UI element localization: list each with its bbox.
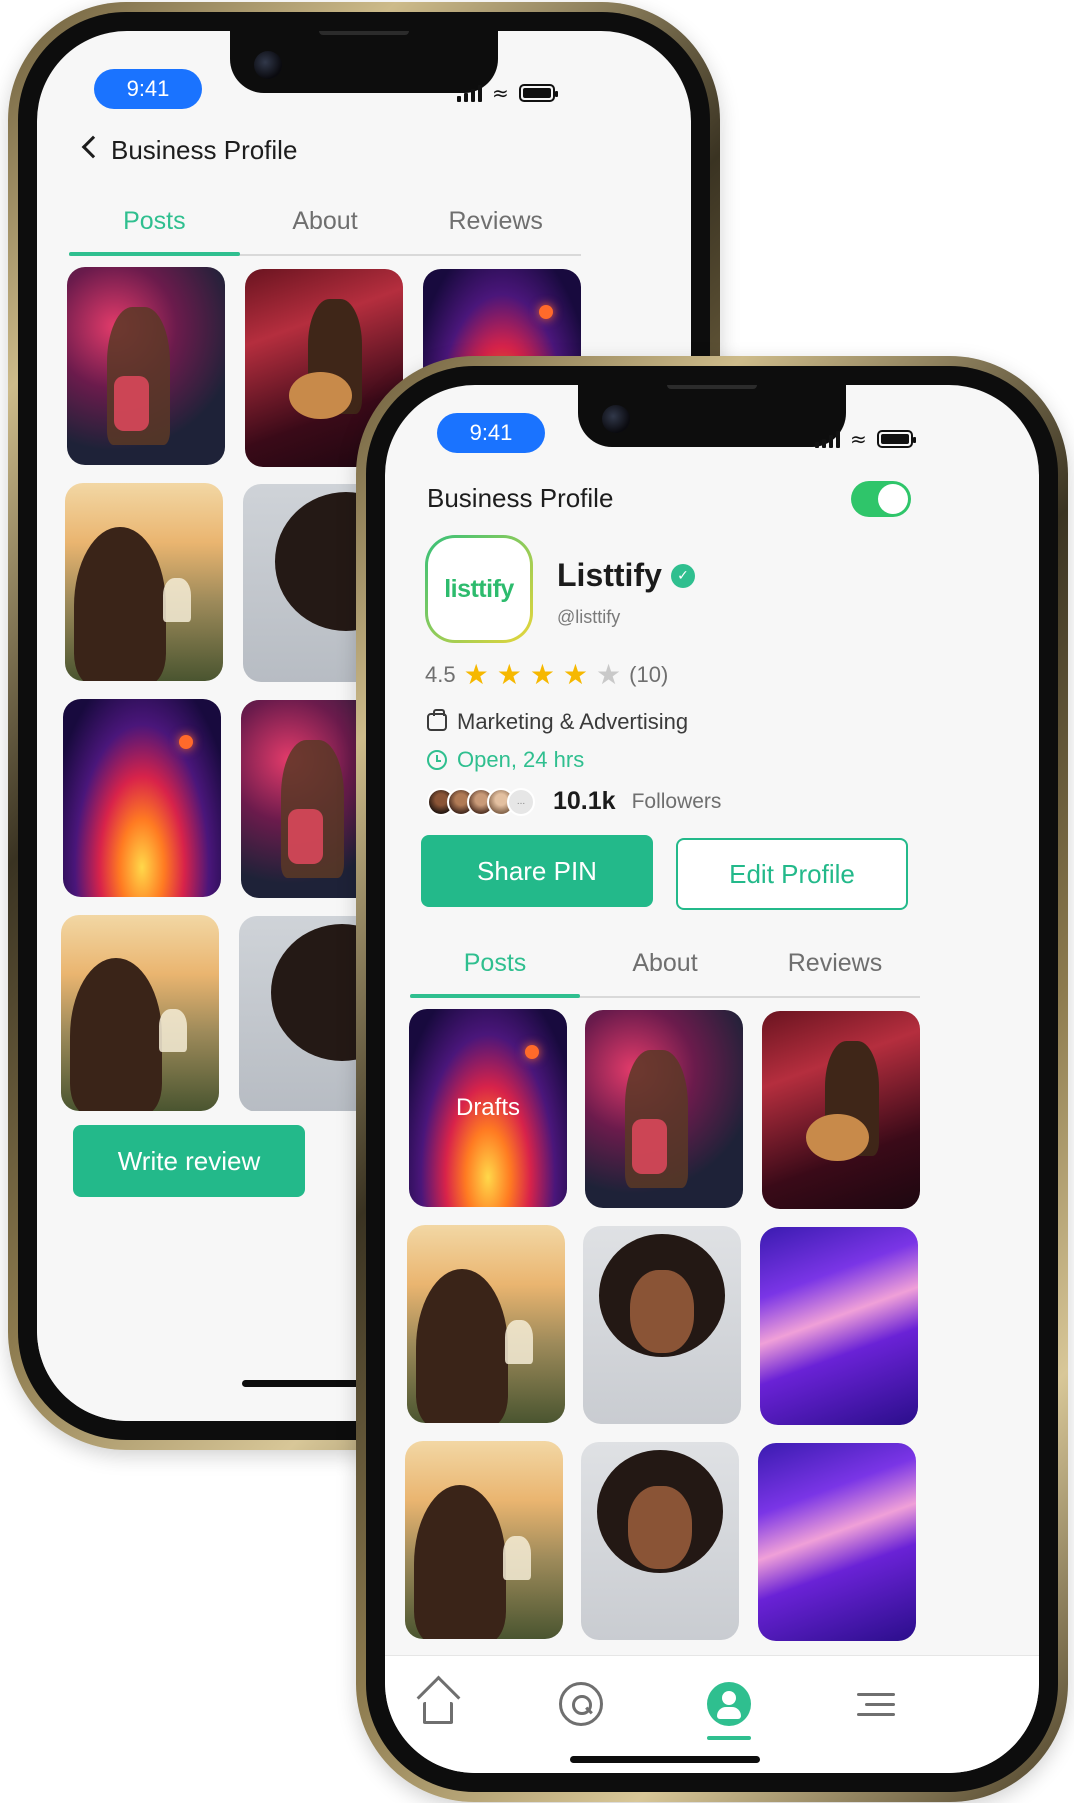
star-icon: ★ <box>596 658 622 691</box>
star-icon: ★ <box>529 658 555 691</box>
star-icon: ★ <box>463 658 489 691</box>
post-thumbnail[interactable] <box>762 1011 920 1209</box>
camera <box>254 51 282 79</box>
business-toggle[interactable] <box>851 481 911 517</box>
status-icons: ≈ <box>457 81 558 105</box>
status-time: 9:41 <box>94 69 202 109</box>
star-icon: ★ <box>562 658 589 691</box>
battery-icon <box>518 84 558 102</box>
post-thumbnail[interactable] <box>405 1441 563 1639</box>
speaker <box>319 31 409 35</box>
post-thumbnail[interactable] <box>581 1442 739 1640</box>
home-icon[interactable] <box>423 1702 453 1724</box>
page-title: Business Profile <box>111 135 298 165</box>
tab-about[interactable]: About <box>240 207 411 254</box>
speaker <box>667 385 757 389</box>
write-review-button[interactable]: Write review <box>73 1125 305 1197</box>
business-name: Listtify <box>557 557 662 593</box>
rating-row: 4.5 ★ ★ ★ ★ ★ (10) <box>425 661 668 689</box>
clock-icon <box>427 750 447 770</box>
battery-icon <box>876 430 916 448</box>
post-thumbnail[interactable] <box>67 267 225 465</box>
tab-posts[interactable]: Posts <box>410 949 580 998</box>
tab-reviews[interactable]: Reviews <box>750 949 920 996</box>
post-thumbnail[interactable] <box>758 1443 916 1641</box>
post-thumbnail[interactable] <box>61 915 219 1111</box>
signal-icon <box>457 84 482 102</box>
drafts-tile[interactable]: Drafts <box>409 1009 567 1207</box>
business-logo: listtify <box>425 535 533 643</box>
page-title: Business Profile <box>427 483 614 513</box>
profile-tabs: Posts About Reviews <box>69 207 581 256</box>
status-time: 9:41 <box>437 413 545 453</box>
post-thumbnail[interactable] <box>65 483 223 681</box>
wifi-icon: ≈ <box>850 427 867 451</box>
search-icon[interactable] <box>559 1682 603 1726</box>
hours-row: Open, 24 hrs <box>427 747 584 773</box>
followers-count: 10.1k <box>553 787 616 815</box>
front-phone: 9:41 ≈ Business Profile listtify Listtif… <box>356 356 1068 1802</box>
profile-icon[interactable] <box>707 1682 751 1726</box>
post-thumbnail[interactable] <box>760 1227 918 1425</box>
front-phone-bezel: 9:41 ≈ Business Profile listtify Listtif… <box>366 366 1058 1792</box>
followers-row[interactable]: ... 10.1k Followers <box>427 787 721 816</box>
rating-count: (10) <box>629 662 669 687</box>
logo-text: listtify <box>444 574 514 603</box>
business-hours: Open, 24 hrs <box>457 747 585 772</box>
home-indicator <box>570 1756 760 1763</box>
more-avatars: ... <box>507 787 535 816</box>
post-thumbnail[interactable] <box>583 1226 741 1424</box>
followers-label: Followers <box>631 789 722 813</box>
drafts-label: Drafts <box>455 1094 520 1121</box>
tab-posts[interactable]: Posts <box>69 207 240 256</box>
front-phone-screen: 9:41 ≈ Business Profile listtify Listtif… <box>385 385 1039 1773</box>
menu-icon[interactable] <box>857 1682 895 1726</box>
profile-tabs: Posts About Reviews <box>410 949 920 998</box>
back-chevron-icon[interactable] <box>81 135 105 159</box>
camera <box>602 405 630 433</box>
business-handle: @listtify <box>557 607 621 627</box>
edit-profile-button[interactable]: Edit Profile <box>676 838 908 910</box>
wifi-icon: ≈ <box>492 81 509 105</box>
category-row: Marketing & Advertising <box>427 709 688 735</box>
briefcase-icon <box>427 709 447 731</box>
notch <box>578 385 846 447</box>
post-thumbnail[interactable] <box>585 1010 743 1208</box>
toggle-knob <box>878 484 908 514</box>
tab-about[interactable]: About <box>580 949 750 996</box>
business-category: Marketing & Advertising <box>457 709 689 734</box>
post-thumbnail[interactable] <box>63 699 221 897</box>
share-pin-button[interactable]: Share PIN <box>421 835 653 907</box>
signal-icon <box>815 430 840 448</box>
post-thumbnail[interactable] <box>407 1225 565 1423</box>
follower-avatars: ... <box>427 787 535 816</box>
star-icon: ★ <box>496 658 522 691</box>
rating-score: 4.5 <box>425 662 456 687</box>
active-tab-indicator <box>707 1736 751 1740</box>
verified-badge-icon: ✓ <box>671 564 695 588</box>
status-icons: ≈ <box>815 427 916 451</box>
tab-reviews[interactable]: Reviews <box>410 207 581 254</box>
